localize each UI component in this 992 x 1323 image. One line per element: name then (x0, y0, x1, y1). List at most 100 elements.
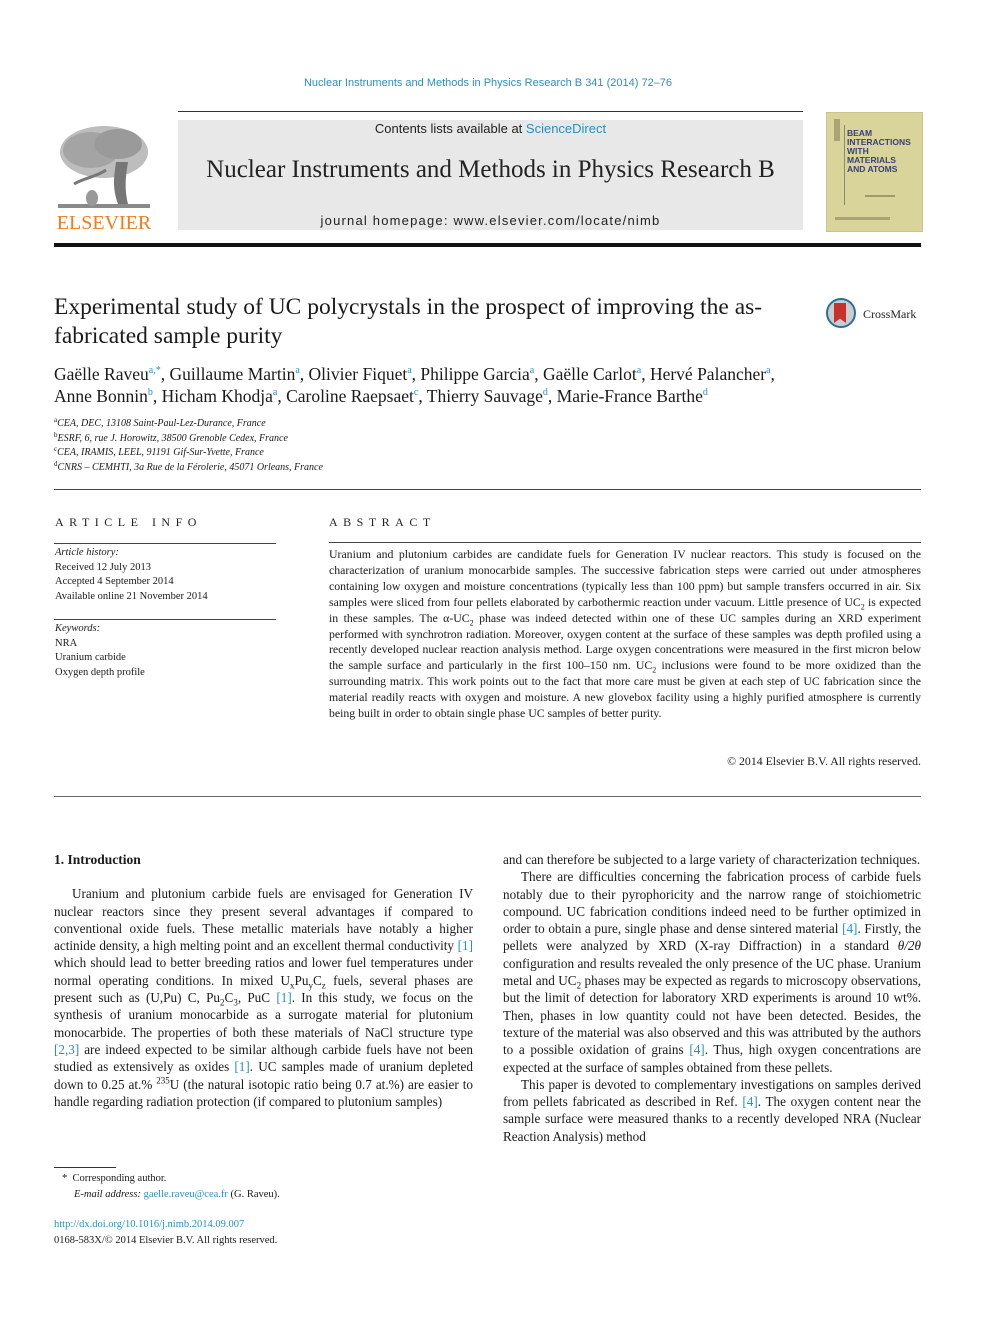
keywords-rule (54, 619, 276, 620)
online-date: Available online 21 November 2014 (55, 590, 208, 602)
footnote: * Corresponding author. E-mail address: … (62, 1171, 482, 1202)
paragraph: There are difficulties concerning the fa… (503, 868, 921, 1076)
citation-link[interactable]: [4] (689, 1042, 704, 1057)
homepage-url[interactable]: www.elsevier.com/locate/nimb (453, 213, 660, 228)
citation-link[interactable]: [4] (742, 1094, 757, 1109)
citation-link[interactable]: [1] (234, 1059, 249, 1074)
journal-citation-link[interactable]: Nuclear Instruments and Methods in Physi… (0, 77, 976, 89)
affiliation-text: CEA, DEC, 13108 Saint-Paul-Lez-Durance, … (57, 418, 266, 429)
crossmark-button[interactable]: CrossMark (826, 298, 926, 334)
doi-link[interactable]: http://dx.doi.org/10.1016/j.nimb.2014.09… (54, 1219, 244, 1230)
cover-editor-text (865, 195, 895, 197)
citation-link[interactable]: [4] (842, 921, 857, 936)
cover-title: BEAM INTERACTIONS WITH MATERIALS AND ATO… (847, 129, 911, 174)
received-date: Received 12 July 2013 (55, 561, 151, 573)
affiliations: aCEA, DEC, 13108 Saint-Paul-Lez-Durance,… (54, 417, 754, 475)
author[interactable]: Philippe Garciaa (420, 364, 534, 384)
text-fragment: Uranium and plutonium carbide fuels are … (54, 886, 473, 954)
superscript: 235 (156, 1075, 170, 1086)
keyword: NRA (55, 637, 78, 649)
abstract-copyright: © 2014 Elsevier B.V. All rights reserved… (727, 754, 921, 768)
elsevier-wordmark: ELSEVIER (56, 212, 152, 234)
paragraph: Uranium and plutonium carbide fuels are … (54, 885, 473, 1110)
author-separator: , (299, 364, 309, 384)
author-name: Caroline Raepsaet (286, 386, 414, 406)
affiliation: bESRF, 6, rue J. Horowitz, 38500 Grenobl… (54, 431, 754, 447)
homepage-prefix: journal homepage: (320, 213, 454, 228)
author-name: Olivier Fiquet (308, 364, 408, 384)
header-thick-rule (54, 243, 921, 247)
cover-title-line: AND ATOMS (847, 164, 898, 174)
author-separator: , (547, 386, 557, 406)
author[interactable]: Anne Bonninb (54, 386, 153, 406)
keyword: Oxygen depth profile (55, 666, 145, 678)
author[interactable]: Thierry Sauvaged (427, 386, 548, 406)
author-name: Gaëlle Carlot (542, 364, 637, 384)
sciencedirect-link[interactable]: ScienceDirect (526, 121, 606, 136)
journal-homepage: journal homepage: www.elsevier.com/locat… (178, 213, 803, 228)
author-separator: , (641, 364, 650, 384)
journal-name: Nuclear Instruments and Methods in Physi… (206, 156, 775, 183)
author-affiliation-marker[interactable]: a,* (149, 365, 161, 376)
abstract-fragment: Uranium and plutonium carbides are candi… (329, 547, 921, 609)
body-column-left: 1. Introduction Uranium and plutonium ca… (54, 851, 473, 1110)
author-name: Anne Bonnin (54, 386, 148, 406)
issn-copyright: 0168-583X/© 2014 Elsevier B.V. All right… (54, 1234, 278, 1246)
author[interactable]: Marie-France Barthed (557, 386, 708, 406)
header-rule (178, 111, 803, 112)
footnote-rule (54, 1167, 116, 1168)
article-info-rule (54, 543, 276, 544)
author[interactable]: Caroline Raepsaetc (286, 386, 418, 406)
author-separator: , (418, 386, 427, 406)
contents-line: Contents lists available at ScienceDirec… (178, 121, 803, 136)
email-label: E-mail address: (74, 1188, 144, 1200)
affiliation: cCEA, IRAMIS, LEEL, 91191 Gif-Sur-Yvette… (54, 446, 754, 461)
author[interactable]: Olivier Fiqueta (309, 364, 412, 384)
footnote-marker: * (62, 1173, 68, 1184)
keyword: Uranium carbide (55, 652, 126, 663)
journal-cover-image[interactable]: BEAM INTERACTIONS WITH MATERIALS AND ATO… (826, 112, 923, 232)
abstract-text: Uranium and plutonium carbides are candi… (329, 547, 921, 722)
history-label: Article history: (55, 547, 119, 558)
cover-logo-block (834, 119, 840, 141)
citation-link[interactable]: [2,3] (54, 1042, 79, 1057)
math-expression: θ/2θ (897, 938, 921, 954)
abstract-rule (329, 542, 921, 543)
email-link[interactable]: gaelle.raveu@cea.fr (144, 1189, 228, 1200)
author-name: Gaëlle Raveu (54, 364, 149, 384)
accepted-date: Accepted 4 September 2014 (55, 576, 174, 587)
paragraph: This paper is devoted to complementary i… (503, 1076, 921, 1145)
paragraph: and can therefore be subjected to a larg… (503, 852, 921, 867)
keywords: Keywords: NRA Uranium carbide Oxygen dep… (55, 622, 277, 680)
corresponding-author-note: * Corresponding author. (62, 1171, 482, 1187)
affiliation-text: CNRS – CEMHTI, 3a Rue de la Férolerie, 4… (57, 461, 323, 473)
author[interactable]: Gaëlle Carlota (543, 364, 641, 384)
article-history: Article history: Received 12 July 2013 A… (55, 546, 277, 604)
author-name: Hicham Khodja (161, 386, 273, 406)
text-fragment: C (224, 990, 234, 1006)
author-name: Guillaume Martin (169, 364, 296, 384)
author[interactable]: Hicham Khodjaa (162, 386, 278, 406)
author-affiliation-marker[interactable]: d (703, 387, 708, 398)
abstract-heading: ABSTRACT (329, 515, 436, 529)
text-fragment: Pu (294, 972, 309, 988)
elsevier-tree-icon (58, 126, 150, 208)
affiliation: aCEA, DEC, 13108 Saint-Paul-Lez-Durance,… (54, 417, 754, 432)
author[interactable]: Gaëlle Raveua,* (54, 364, 161, 384)
citation-link[interactable]: [1] (276, 990, 291, 1005)
author-separator: , (534, 364, 543, 384)
section-heading: 1. Introduction (54, 852, 141, 867)
cover-footer-text (835, 217, 890, 220)
keywords-label: Keywords: (55, 623, 101, 634)
author[interactable]: Guillaume Martina (169, 364, 299, 384)
author[interactable]: Hervé Palanchera (650, 364, 771, 384)
text-fragment: C (312, 972, 322, 988)
author-name: Philippe Garcia (420, 364, 530, 384)
elsevier-logo[interactable]: ELSEVIER (54, 120, 154, 235)
citation-link[interactable]: [1] (458, 938, 473, 953)
author-name: Thierry Sauvage (426, 386, 543, 406)
doi-block: http://dx.doi.org/10.1016/j.nimb.2014.09… (54, 1217, 474, 1248)
author-separator: , (277, 386, 287, 406)
article-title: Experimental study of UC polycrystals in… (54, 294, 763, 349)
cover-spine-line (844, 125, 845, 205)
